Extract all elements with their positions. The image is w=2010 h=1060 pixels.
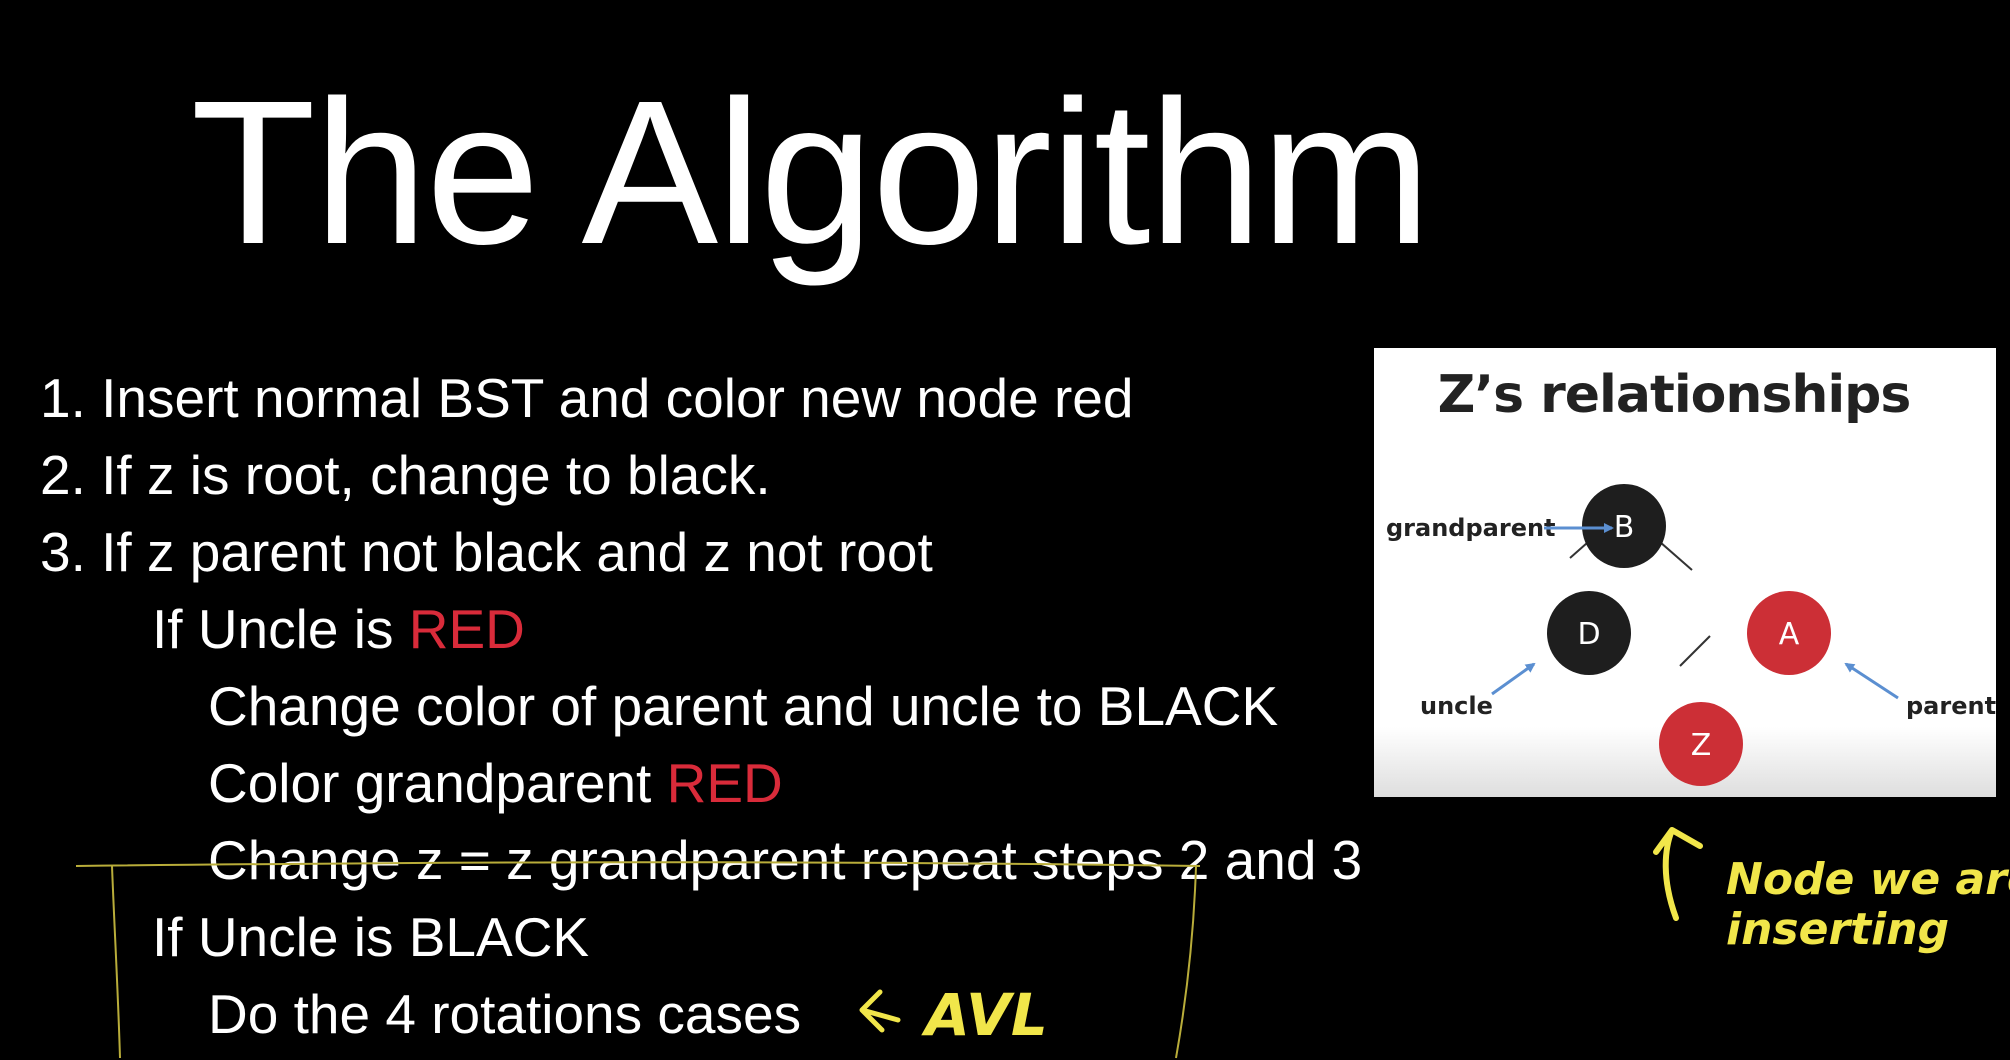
step-2: 2. If z is root, change to black. (40, 444, 771, 506)
uncle-black-condition: If Uncle is BLACK (152, 906, 590, 968)
node-a-label: A (1779, 617, 1800, 652)
color-grandparent-red-word: RED (666, 752, 783, 814)
edge-a-z (1679, 635, 1711, 667)
parent-arrow (1844, 662, 1899, 700)
change-color-action: Change color of parent and uncle to BLAC… (208, 675, 1279, 737)
relationships-figure: Z’s relationships B D A Z grandparent un… (1374, 348, 1996, 797)
grandparent-label: grandparent (1386, 514, 1556, 542)
color-grandparent-prefix: Color grandparent (208, 752, 667, 814)
uncle-red-prefix: If Uncle is (152, 598, 409, 660)
node-b-label: B (1614, 510, 1635, 545)
uncle-label: uncle (1420, 692, 1493, 720)
parent-label: parent (1906, 692, 1996, 720)
uncle-red-condition: If Uncle is RED (40, 591, 1362, 668)
insert-arrow-icon (1653, 827, 1703, 921)
node-z-label: Z (1691, 728, 1712, 763)
rotations-action: Do the 4 rotations cases (208, 983, 802, 1045)
node-annotation-line2: inserting (1726, 904, 1949, 955)
step-3: 3. If z parent not black and z not root (40, 521, 933, 583)
color-grandparent-action: Color grandparent RED (40, 745, 1362, 822)
node-annotation-line1: Node we are (1726, 854, 2010, 905)
uncle-red-word: RED (408, 598, 525, 660)
node-d-label: D (1577, 617, 1600, 652)
uncle-arrow (1491, 662, 1536, 696)
slide-title: The Algorithm (190, 58, 1432, 287)
repeat-action: Change z = z grandparent repeat steps 2 … (208, 829, 1363, 891)
step-1: 1. Insert normal BST and color new node … (40, 367, 1134, 429)
algorithm-steps: 1. Insert normal BST and color new node … (40, 360, 1362, 1053)
tree-diagram: B D A Z grandparent uncle parent (1386, 484, 1996, 786)
